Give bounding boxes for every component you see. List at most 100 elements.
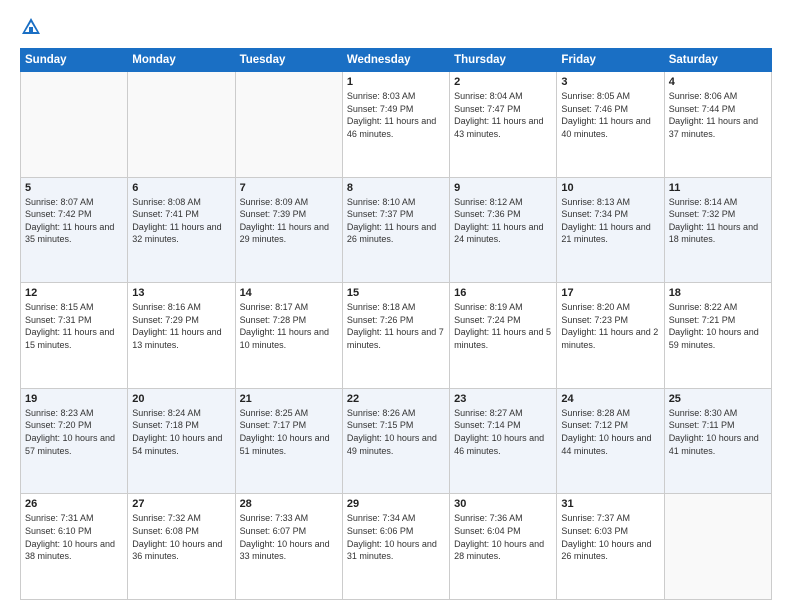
calendar-cell: 28 Sunrise: 7:33 AMSunset: 6:07 PMDayligh… (235, 494, 342, 600)
day-info: Sunrise: 8:03 AMSunset: 7:49 PMDaylight:… (347, 90, 445, 140)
day-info: Sunrise: 8:23 AMSunset: 7:20 PMDaylight:… (25, 407, 123, 457)
day-info: Sunrise: 8:28 AMSunset: 7:12 PMDaylight:… (561, 407, 659, 457)
calendar-cell: 2 Sunrise: 8:04 AMSunset: 7:47 PMDaylight… (450, 72, 557, 178)
day-info: Sunrise: 8:24 AMSunset: 7:18 PMDaylight:… (132, 407, 230, 457)
day-number: 22 (347, 393, 445, 405)
calendar-cell: 12 Sunrise: 8:15 AMSunset: 7:31 PMDayligh… (21, 283, 128, 389)
day-number: 16 (454, 287, 552, 299)
calendar-cell: 19 Sunrise: 8:23 AMSunset: 7:20 PMDayligh… (21, 388, 128, 494)
day-number: 24 (561, 393, 659, 405)
logo (20, 16, 46, 38)
day-info: Sunrise: 8:18 AMSunset: 7:26 PMDaylight:… (347, 301, 445, 351)
day-header-sunday: Sunday (21, 49, 128, 72)
calendar-cell: 21Sunrise: 8:25 AMSunset: 7:17 PMDayligh… (235, 388, 342, 494)
calendar-cell: 27Sunrise: 7:32 AMSunset: 6:08 PMDayligh… (128, 494, 235, 600)
day-info: Sunrise: 7:34 AMSunset: 6:06 PMDaylight:… (347, 512, 445, 562)
calendar-cell: 18Sunrise: 8:22 AMSunset: 7:21 PMDayligh… (664, 283, 771, 389)
calendar-cell: 11 Sunrise: 8:14 AMSunset: 7:32 PMDayligh… (664, 177, 771, 283)
day-info: Sunrise: 8:19 AMSunset: 7:24 PMDaylight:… (454, 301, 552, 351)
day-number: 17 (561, 287, 659, 299)
day-info: Sunrise: 8:09 AMSunset: 7:39 PMDaylight:… (240, 196, 338, 246)
calendar-cell: 13 Sunrise: 8:16 AMSunset: 7:29 PMDayligh… (128, 283, 235, 389)
day-info: Sunrise: 8:14 AMSunset: 7:32 PMDaylight:… (669, 196, 767, 246)
day-number: 27 (132, 498, 230, 510)
page: SundayMondayTuesdayWednesdayThursdayFrid… (0, 0, 792, 612)
day-info: Sunrise: 8:13 AMSunset: 7:34 PMDaylight:… (561, 196, 659, 246)
day-info: Sunrise: 8:04 AMSunset: 7:47 PMDaylight:… (454, 90, 552, 140)
calendar-cell: 22 Sunrise: 8:26 AMSunset: 7:15 PMDayligh… (342, 388, 449, 494)
calendar-cell: 29Sunrise: 7:34 AMSunset: 6:06 PMDayligh… (342, 494, 449, 600)
day-number: 13 (132, 287, 230, 299)
day-header-saturday: Saturday (664, 49, 771, 72)
day-number: 7 (240, 182, 338, 194)
day-number: 12 (25, 287, 123, 299)
calendar-week-5: 26Sunrise: 7:31 AMSunset: 6:10 PMDayligh… (21, 494, 772, 600)
day-info: Sunrise: 8:27 AMSunset: 7:14 PMDaylight:… (454, 407, 552, 457)
calendar-cell: 7 Sunrise: 8:09 AMSunset: 7:39 PMDaylight… (235, 177, 342, 283)
calendar-table: SundayMondayTuesdayWednesdayThursdayFrid… (20, 48, 772, 600)
day-info: Sunrise: 8:15 AMSunset: 7:31 PMDaylight:… (25, 301, 123, 351)
day-info: Sunrise: 7:36 AMSunset: 6:04 PMDaylight:… (454, 512, 552, 562)
day-number: 30 (454, 498, 552, 510)
day-number: 23 (454, 393, 552, 405)
calendar-cell: 9 Sunrise: 8:12 AMSunset: 7:36 PMDaylight… (450, 177, 557, 283)
day-info: Sunrise: 8:25 AMSunset: 7:17 PMDaylight:… (240, 407, 338, 457)
calendar-cell: 24 Sunrise: 8:28 AMSunset: 7:12 PMDayligh… (557, 388, 664, 494)
day-number: 2 (454, 76, 552, 88)
calendar-week-2: 5 Sunrise: 8:07 AMSunset: 7:42 PMDaylight… (21, 177, 772, 283)
calendar-cell: 6 Sunrise: 8:08 AMSunset: 7:41 PMDaylight… (128, 177, 235, 283)
calendar-cell (128, 72, 235, 178)
day-number: 10 (561, 182, 659, 194)
day-number: 28 (240, 498, 338, 510)
day-number: 5 (25, 182, 123, 194)
day-header-wednesday: Wednesday (342, 49, 449, 72)
calendar-cell: 15 Sunrise: 8:18 AMSunset: 7:26 PMDayligh… (342, 283, 449, 389)
calendar-cell: 25 Sunrise: 8:30 AMSunset: 7:11 PMDayligh… (664, 388, 771, 494)
day-number: 25 (669, 393, 767, 405)
day-number: 3 (561, 76, 659, 88)
day-info: Sunrise: 7:33 AMSunset: 6:07 PMDaylight:… (240, 512, 338, 562)
day-number: 14 (240, 287, 338, 299)
calendar-cell: 1 Sunrise: 8:03 AMSunset: 7:49 PMDaylight… (342, 72, 449, 178)
calendar-cell (235, 72, 342, 178)
calendar-cell: 3 Sunrise: 8:05 AMSunset: 7:46 PMDaylight… (557, 72, 664, 178)
day-number: 6 (132, 182, 230, 194)
calendar-header-row: SundayMondayTuesdayWednesdayThursdayFrid… (21, 49, 772, 72)
calendar-cell: 23 Sunrise: 8:27 AMSunset: 7:14 PMDayligh… (450, 388, 557, 494)
day-number: 31 (561, 498, 659, 510)
calendar-cell: 16 Sunrise: 8:19 AMSunset: 7:24 PMDayligh… (450, 283, 557, 389)
day-header-thursday: Thursday (450, 49, 557, 72)
day-number: 9 (454, 182, 552, 194)
day-header-tuesday: Tuesday (235, 49, 342, 72)
day-header-monday: Monday (128, 49, 235, 72)
calendar-week-3: 12 Sunrise: 8:15 AMSunset: 7:31 PMDayligh… (21, 283, 772, 389)
day-info: Sunrise: 8:08 AMSunset: 7:41 PMDaylight:… (132, 196, 230, 246)
day-info: Sunrise: 8:20 AMSunset: 7:23 PMDaylight:… (561, 301, 659, 351)
logo-icon (20, 16, 42, 38)
day-number: 8 (347, 182, 445, 194)
day-info: Sunrise: 8:22 AMSunset: 7:21 PMDaylight:… (669, 301, 767, 351)
day-number: 19 (25, 393, 123, 405)
day-number: 4 (669, 76, 767, 88)
day-info: Sunrise: 8:26 AMSunset: 7:15 PMDaylight:… (347, 407, 445, 457)
calendar-cell: 26Sunrise: 7:31 AMSunset: 6:10 PMDayligh… (21, 494, 128, 600)
day-number: 15 (347, 287, 445, 299)
day-info: Sunrise: 8:06 AMSunset: 7:44 PMDaylight:… (669, 90, 767, 140)
day-info: Sunrise: 8:10 AMSunset: 7:37 PMDaylight:… (347, 196, 445, 246)
day-number: 20 (132, 393, 230, 405)
day-info: Sunrise: 8:07 AMSunset: 7:42 PMDaylight:… (25, 196, 123, 246)
calendar-cell (21, 72, 128, 178)
day-number: 26 (25, 498, 123, 510)
day-info: Sunrise: 8:16 AMSunset: 7:29 PMDaylight:… (132, 301, 230, 351)
day-info: Sunrise: 8:12 AMSunset: 7:36 PMDaylight:… (454, 196, 552, 246)
calendar-cell: 20 Sunrise: 8:24 AMSunset: 7:18 PMDayligh… (128, 388, 235, 494)
day-header-friday: Friday (557, 49, 664, 72)
day-info: Sunrise: 8:17 AMSunset: 7:28 PMDaylight:… (240, 301, 338, 351)
day-number: 1 (347, 76, 445, 88)
day-info: Sunrise: 8:05 AMSunset: 7:46 PMDaylight:… (561, 90, 659, 140)
day-info: Sunrise: 8:30 AMSunset: 7:11 PMDaylight:… (669, 407, 767, 457)
calendar-week-1: 1 Sunrise: 8:03 AMSunset: 7:49 PMDaylight… (21, 72, 772, 178)
calendar-cell: 5 Sunrise: 8:07 AMSunset: 7:42 PMDaylight… (21, 177, 128, 283)
day-number: 11 (669, 182, 767, 194)
calendar-cell: 8 Sunrise: 8:10 AMSunset: 7:37 PMDaylight… (342, 177, 449, 283)
